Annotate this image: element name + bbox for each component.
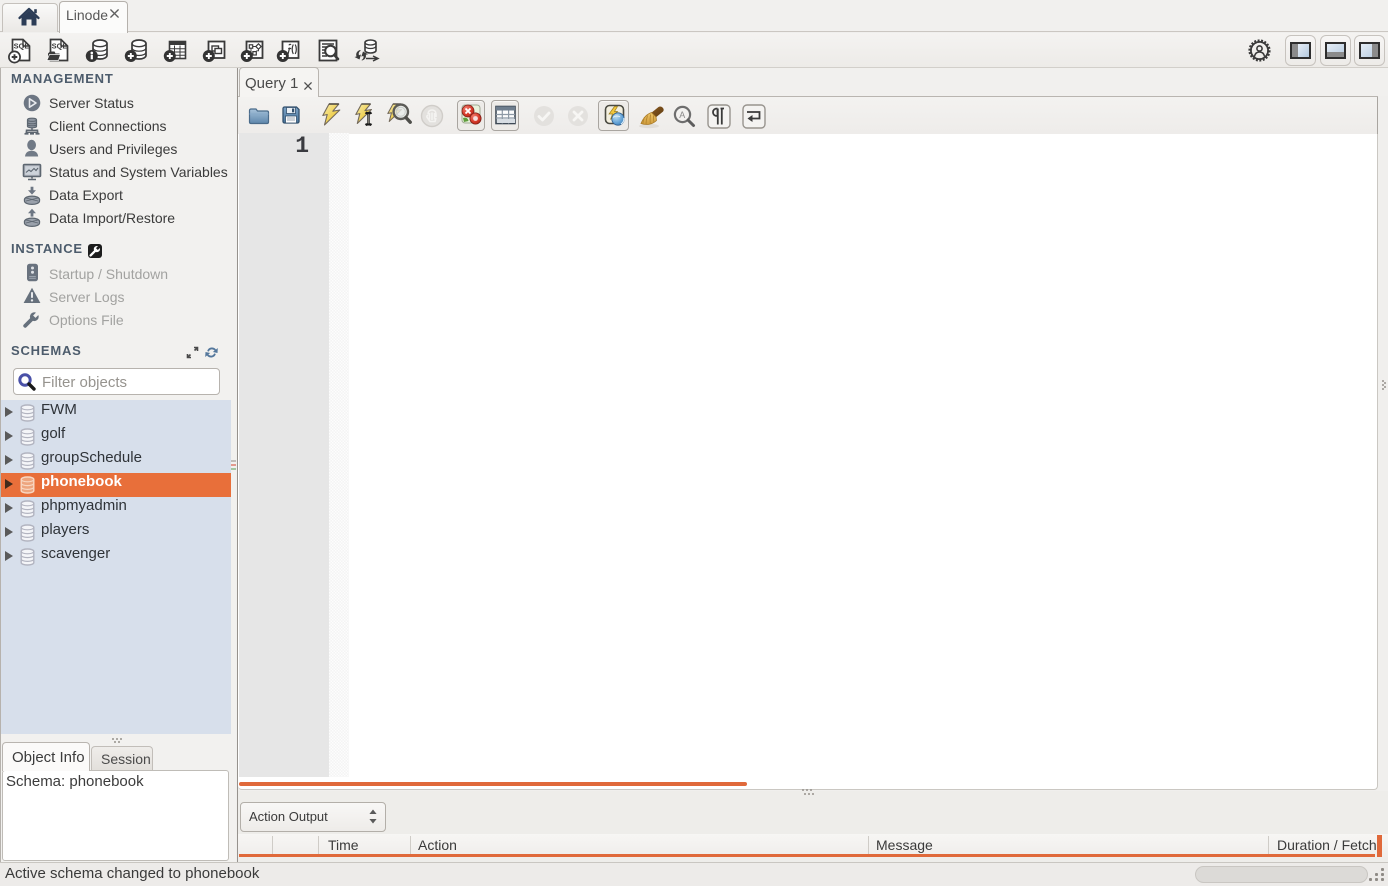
svg-text:SQL: SQL: [14, 42, 30, 51]
svg-text:A: A: [679, 110, 685, 120]
svg-text:SQL: SQL: [52, 42, 68, 51]
